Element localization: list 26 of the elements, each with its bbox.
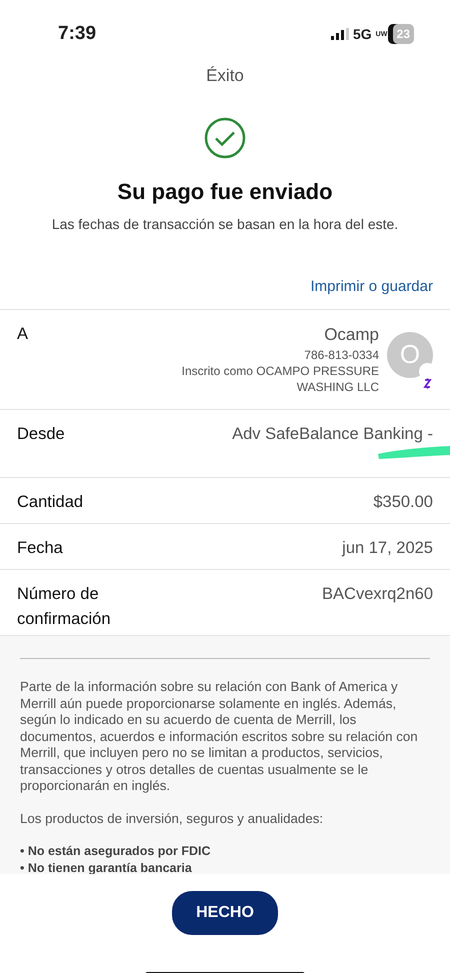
- screen-title: Éxito: [205, 65, 245, 87]
- check-circle-icon: [204, 116, 246, 158]
- confirmation-heading: Su pago fue enviado: [116, 178, 334, 206]
- recipient-enrolled-name: Inscrito como OCAMPO PRESSURE WASHING LLC: [180, 363, 379, 395]
- disclosure-bullet: • No están asegurados por FDIC: [20, 843, 212, 860]
- recipient-name: Ocamp: [323, 324, 379, 346]
- done-button[interactable]: HECHO: [172, 891, 278, 935]
- timezone-note: Las fechas de transacción se basan en la hora del este.: [50, 214, 400, 234]
- battery-level: 23: [388, 24, 414, 44]
- field-value: Adv SafeBalance Banking -: [232, 422, 433, 465]
- field-label: A: [17, 324, 28, 344]
- status-time: 7:39: [58, 22, 96, 46]
- disclosure-text: Los productos de inversión, seguros y anualidades:: [20, 810, 324, 827]
- signal-icon: [330, 28, 349, 40]
- network-label: 5G: [352, 24, 372, 44]
- field-value: $350.00: [373, 492, 433, 511]
- field-label: Fecha: [17, 538, 64, 557]
- field-value: BACvexrq2n60: [322, 584, 433, 605]
- field-value: jun 17, 2025: [342, 538, 433, 557]
- recipient-phone: 786-813-0334: [303, 347, 379, 363]
- print-save-link[interactable]: Imprimir o guardar: [310, 278, 433, 294]
- field-label: Número de confirmación: [17, 584, 112, 623]
- field-label: Cantidad: [17, 492, 84, 511]
- disclosure-bullet: • No tienen garantía bancaria: [20, 860, 193, 874]
- field-label: Desde: [17, 424, 66, 445]
- disclosure-text: Parte de la información sobre su relación con Bank of America y Merrill aún puede proporcionarse solamente en inglés. Además, según lo indicado en su acuerdo de cuenta de Merrill, los documentos, acuerdos e información escritos sobre su relación con Merrill, que incluyen pero no se limitan a productos, servicios, transacciones y otros detalles de cuentas usualmente se le proporcionarán en inglés.: [20, 679, 419, 794]
